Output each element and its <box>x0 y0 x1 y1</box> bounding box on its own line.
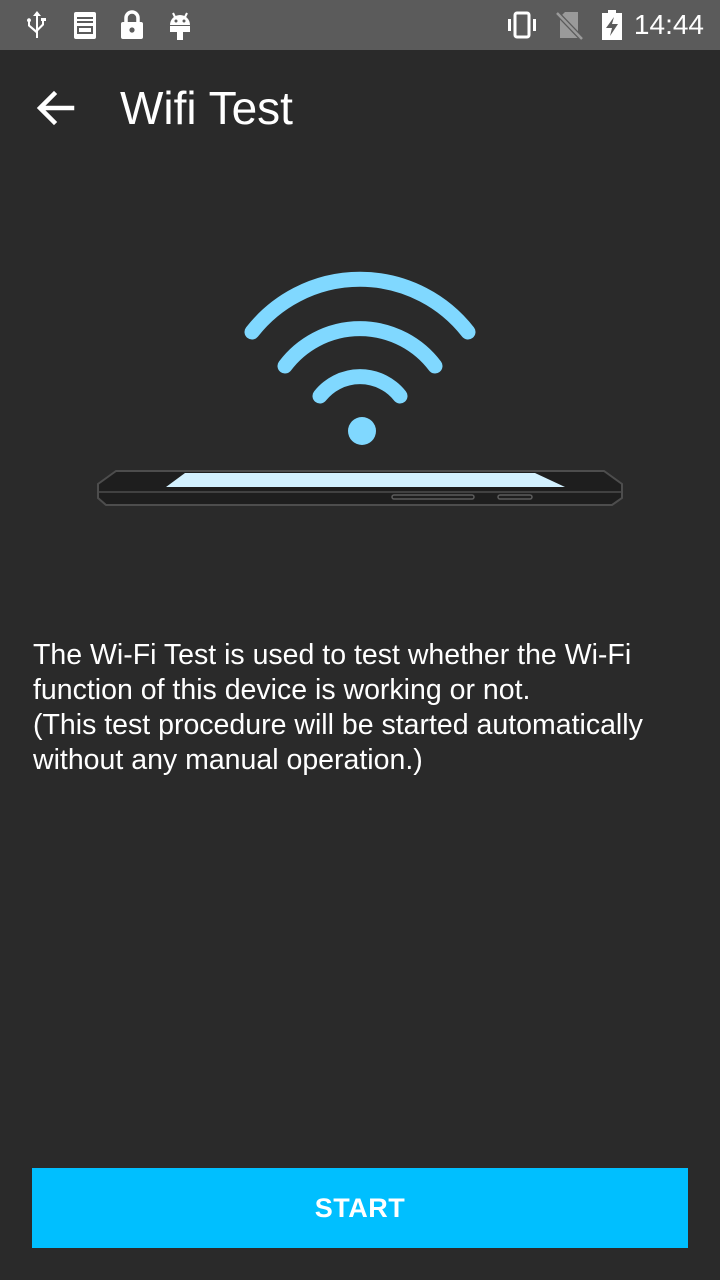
description-line: without any manual operation.) <box>33 744 423 776</box>
description-line: (This test procedure will be started aut… <box>33 709 643 741</box>
arrow-back-icon <box>36 90 75 126</box>
usb-icon <box>27 11 46 38</box>
lock-icon <box>121 10 143 39</box>
wifi-dot <box>348 417 376 445</box>
description-line: The Wi-Fi Test is used to test whether t… <box>33 639 632 671</box>
log-icon <box>74 12 96 39</box>
phone-icon <box>97 470 623 506</box>
no-sim-icon <box>555 11 584 41</box>
android-debug-icon <box>170 12 190 40</box>
wifi-phone-icon <box>97 271 623 506</box>
battery-charging-icon <box>602 10 622 40</box>
vibrate-icon <box>508 11 536 39</box>
start-button[interactable]: START <box>32 1168 688 1248</box>
toolbar: Wifi Test <box>0 50 720 162</box>
wifi-arc-middle <box>277 321 443 374</box>
back-button[interactable] <box>24 76 88 140</box>
status-time: 14:44 <box>633 9 704 40</box>
page-title: Wifi Test <box>120 82 293 134</box>
status-bar: 14:44 <box>0 0 720 50</box>
wifi-arc-inner <box>312 369 408 404</box>
description-line: function of this device is working or no… <box>33 674 531 706</box>
description-text: The Wi-Fi Test is used to test whether t… <box>33 638 693 778</box>
